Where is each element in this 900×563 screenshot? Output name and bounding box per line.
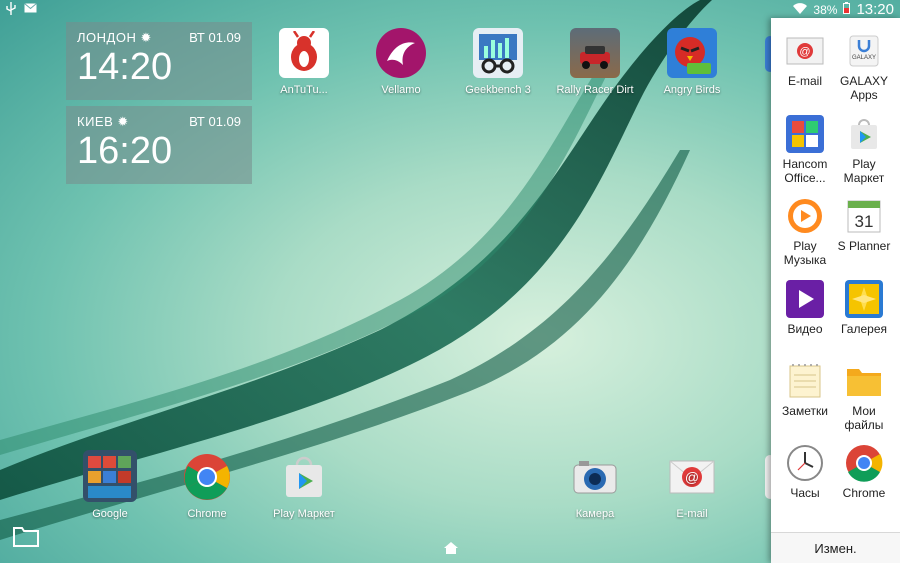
usb-icon [6,2,16,18]
email-icon: @ [786,32,824,70]
mail-icon [24,2,37,18]
calendar-icon: 31 [845,197,883,235]
status-time: 13:20 [856,1,894,18]
app-label: Google [92,508,128,520]
app-label: S Planner [837,239,891,253]
app-play-store[interactable]: Play Маркет [256,452,352,520]
svg-text:@: @ [685,469,699,485]
folder-icon [845,362,883,400]
clock-date: ВТ 01.09 [189,114,241,129]
app-side-panel: @ E-mail GALAXY GALAXY Apps Hancom Offic… [771,18,900,563]
app-label: Play Маркет [843,157,885,185]
geekbench-icon [473,28,523,78]
clock-date: ВТ 01.09 [189,30,241,45]
app-chrome[interactable]: Chrome [159,452,255,520]
hancom-office-icon [786,115,824,153]
app-email[interactable]: @ E-mail [644,452,740,520]
app-label: Галерея [840,322,888,336]
email-icon: @ [667,452,717,502]
panel-app-play-store[interactable]: Play Маркет [833,115,895,185]
panel-app-video[interactable]: Видео [774,280,836,336]
wifi-icon [793,2,808,17]
panel-app-notes[interactable]: Заметки [774,362,836,418]
app-angry-birds[interactable]: Angry Birds [644,28,740,96]
play-store-icon [279,452,329,502]
angry-birds-icon [667,28,717,78]
app-rally-racer[interactable]: Rally Racer Dirt [547,28,643,96]
app-antutu[interactable]: AnTuTu... [256,28,352,96]
notes-icon [786,362,824,400]
play-music-icon [786,197,824,235]
chrome-icon [182,452,232,502]
panel-app-chrome[interactable]: Chrome [833,444,895,500]
svg-text:31: 31 [855,212,874,231]
app-label: E-mail [787,74,822,88]
vellamo-icon [376,28,426,78]
rally-icon [570,28,620,78]
panel-app-my-files[interactable]: Мои файлы [833,362,895,432]
app-label: Видео [787,322,823,336]
home-icon[interactable] [443,541,459,555]
app-label: Заметки [782,404,828,418]
app-label: Chrome [842,486,886,500]
clock-city: КИЕВ ✹ [77,114,129,129]
panel-app-play-music[interactable]: Play Музыка [774,197,836,267]
panel-app-galaxy-apps[interactable]: GALAXY GALAXY Apps [833,32,895,102]
gallery-icon [845,280,883,318]
app-label: Vellamo [381,84,421,96]
app-label: Geekbench 3 [465,84,531,96]
edit-button[interactable]: Измен. [771,532,900,563]
sun-icon: ✹ [140,30,152,45]
app-label: Angry Birds [663,84,721,96]
chrome-icon [845,444,883,482]
app-label: Play Музыка [783,239,827,267]
play-store-icon [845,115,883,153]
google-folder-icon [83,450,137,502]
camera-icon [570,452,620,502]
svg-text:@: @ [799,46,810,58]
app-label: Камера [575,508,615,520]
video-icon [786,280,824,318]
app-camera[interactable]: Камера [547,452,643,520]
app-label: Rally Racer Dirt [556,84,634,96]
panel-app-email[interactable]: @ E-mail [774,32,836,88]
panel-app-s-planner[interactable]: 31 S Planner [833,197,895,253]
app-label: Часы [790,486,820,500]
app-geekbench[interactable]: Geekbench 3 [450,28,546,96]
panel-app-clock[interactable]: Часы [774,444,836,500]
app-label: GALAXY Apps [839,74,889,102]
battery-percent: 38% [813,2,838,17]
antutu-icon [279,28,329,78]
app-label: AnTuTu... [280,84,328,96]
galaxy-apps-icon: GALAXY [845,32,883,70]
app-vellamo[interactable]: Vellamo [353,28,449,96]
clock-icon [786,444,824,482]
app-label: Play Маркет [273,508,335,520]
folder-icon[interactable] [12,522,40,550]
app-label: E-mail [676,508,708,520]
clock-city: ЛОНДОН ✹ [77,30,152,45]
battery-icon [843,2,851,17]
clock-widget-london[interactable]: ЛОНДОН ✹ ВТ 01.09 14:20 [66,22,252,100]
svg-text:GALAXY: GALAXY [852,55,876,61]
sun-icon: ✹ [117,114,129,129]
panel-app-hancom[interactable]: Hancom Office... [774,115,836,185]
clock-time: 16:20 [77,130,173,172]
status-bar: 38% 13:20 [0,0,900,18]
app-label: Chrome [187,508,227,520]
clock-time: 14:20 [77,46,173,88]
clock-widget-kiev[interactable]: КИЕВ ✹ ВТ 01.09 16:20 [66,106,252,184]
folder-google[interactable]: Google [62,450,158,520]
panel-app-gallery[interactable]: Галерея [833,280,895,336]
app-label: Мои файлы [844,404,884,432]
app-label: Hancom Office... [782,157,828,185]
